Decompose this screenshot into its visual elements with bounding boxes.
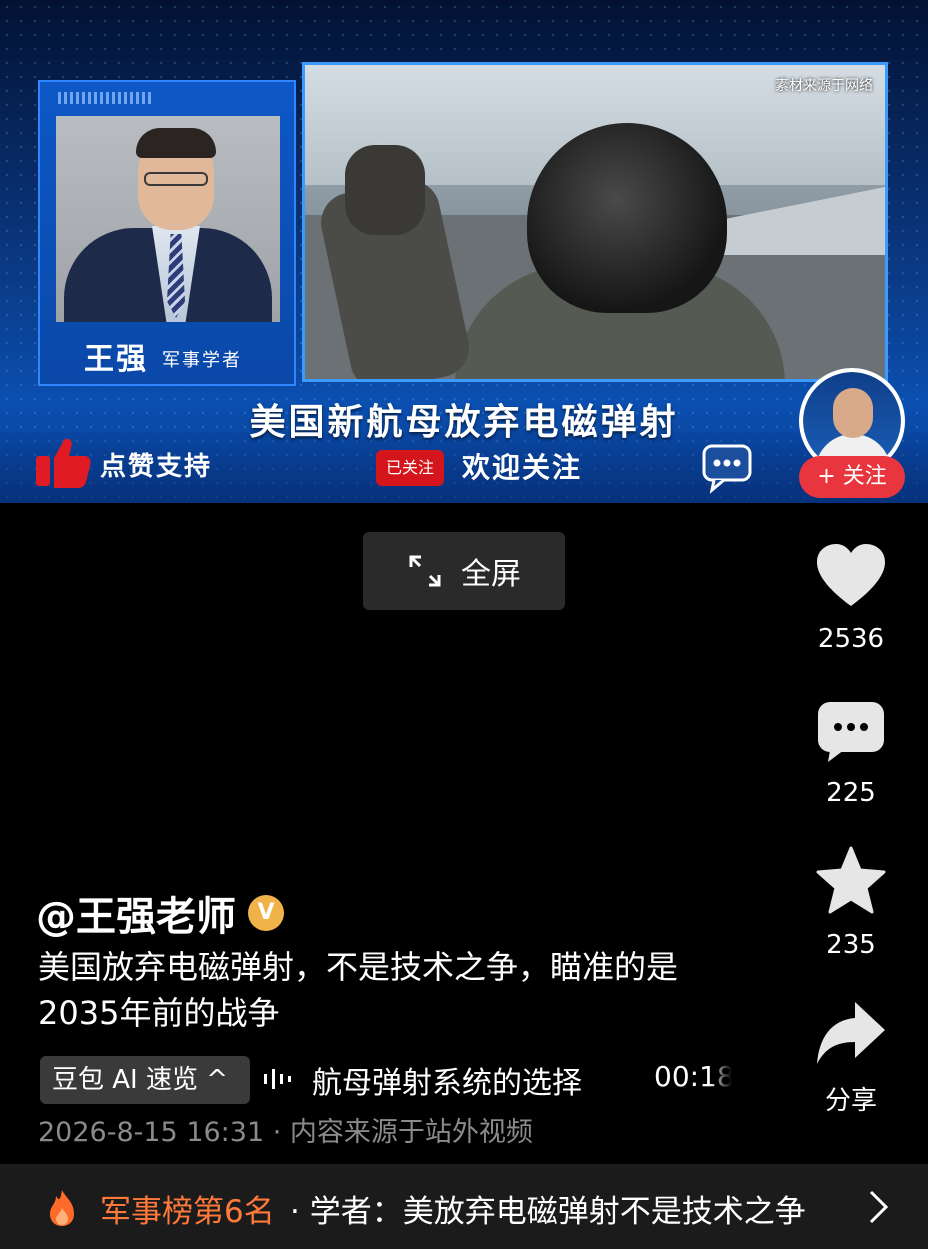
guest-photo xyxy=(56,116,280,322)
followed-badge: 已关注 xyxy=(376,450,444,486)
fire-icon xyxy=(50,1190,74,1226)
video-player[interactable]: 王强 军事学者 素材来源于网络 美国新航母放弃电磁弹射 点赞支持 已关注 欢迎关… xyxy=(0,0,928,503)
audio-wave-icon xyxy=(264,1069,291,1089)
chat-bubble-icon xyxy=(702,444,752,494)
like-count: 2536 xyxy=(817,624,885,654)
heart-icon xyxy=(817,544,885,606)
verified-badge: V xyxy=(248,895,284,931)
ranking-title: · 学者：美放弃电磁弹射不是技术之争 xyxy=(290,1194,806,1230)
share-arrow-icon xyxy=(817,1002,885,1064)
share-button[interactable]: 分享 xyxy=(800,1000,902,1117)
post-meta: 2026-8-15 16:31 · 内容来源于站外视频 xyxy=(38,1117,533,1148)
like-support-text: 点赞支持 xyxy=(100,452,213,482)
chevron-right-icon xyxy=(869,1190,889,1224)
favorite-button[interactable]: 235 xyxy=(800,846,902,960)
ai-summary-toggle[interactable]: 豆包 AI 速览 ^ xyxy=(40,1056,250,1104)
expand-icon xyxy=(409,555,441,587)
guest-card: 王强 军事学者 xyxy=(38,80,296,386)
like-button[interactable]: 2536 xyxy=(800,542,902,654)
fullscreen-button[interactable]: 全屏 xyxy=(363,532,565,610)
welcome-follow-text: 欢迎关注 xyxy=(462,451,583,484)
source-note: 素材来源于网络 xyxy=(775,78,873,94)
follow-button[interactable]: + 关注 xyxy=(799,456,905,498)
thumbs-up-icon xyxy=(36,438,91,488)
fullscreen-label: 全屏 xyxy=(461,557,521,592)
guest-card-decoration xyxy=(58,92,154,104)
ai-summary-topic[interactable]: 航母弹射系统的选择 xyxy=(312,1058,582,1102)
author-name[interactable]: @王强老师 V xyxy=(36,884,284,942)
guest-name: 王强 xyxy=(84,342,148,377)
star-icon xyxy=(816,846,886,914)
ranking-label: 军事榜第6名 xyxy=(100,1194,275,1230)
guest-role: 军事学者 xyxy=(162,350,242,371)
author-handle: @王强老师 xyxy=(36,894,236,940)
ai-summary-timestamp: 00:18 xyxy=(654,1060,732,1093)
favorite-count: 235 xyxy=(826,930,876,960)
comment-count: 225 xyxy=(826,778,876,808)
video-caption[interactable]: 美国放弃电磁弹射，不是技术之争，瞄准的是2035年前的战争 xyxy=(38,944,728,1036)
video-clip: 素材来源于网络 xyxy=(302,62,888,382)
ranking-bar[interactable]: 军事榜第6名 · 学者：美放弃电磁弹射不是技术之争 xyxy=(0,1164,928,1249)
comment-icon xyxy=(818,702,884,762)
video-headline: 美国新航母放弃电磁弹射 xyxy=(249,402,679,443)
comment-button[interactable]: 225 xyxy=(800,700,902,808)
share-label: 分享 xyxy=(824,1086,877,1116)
